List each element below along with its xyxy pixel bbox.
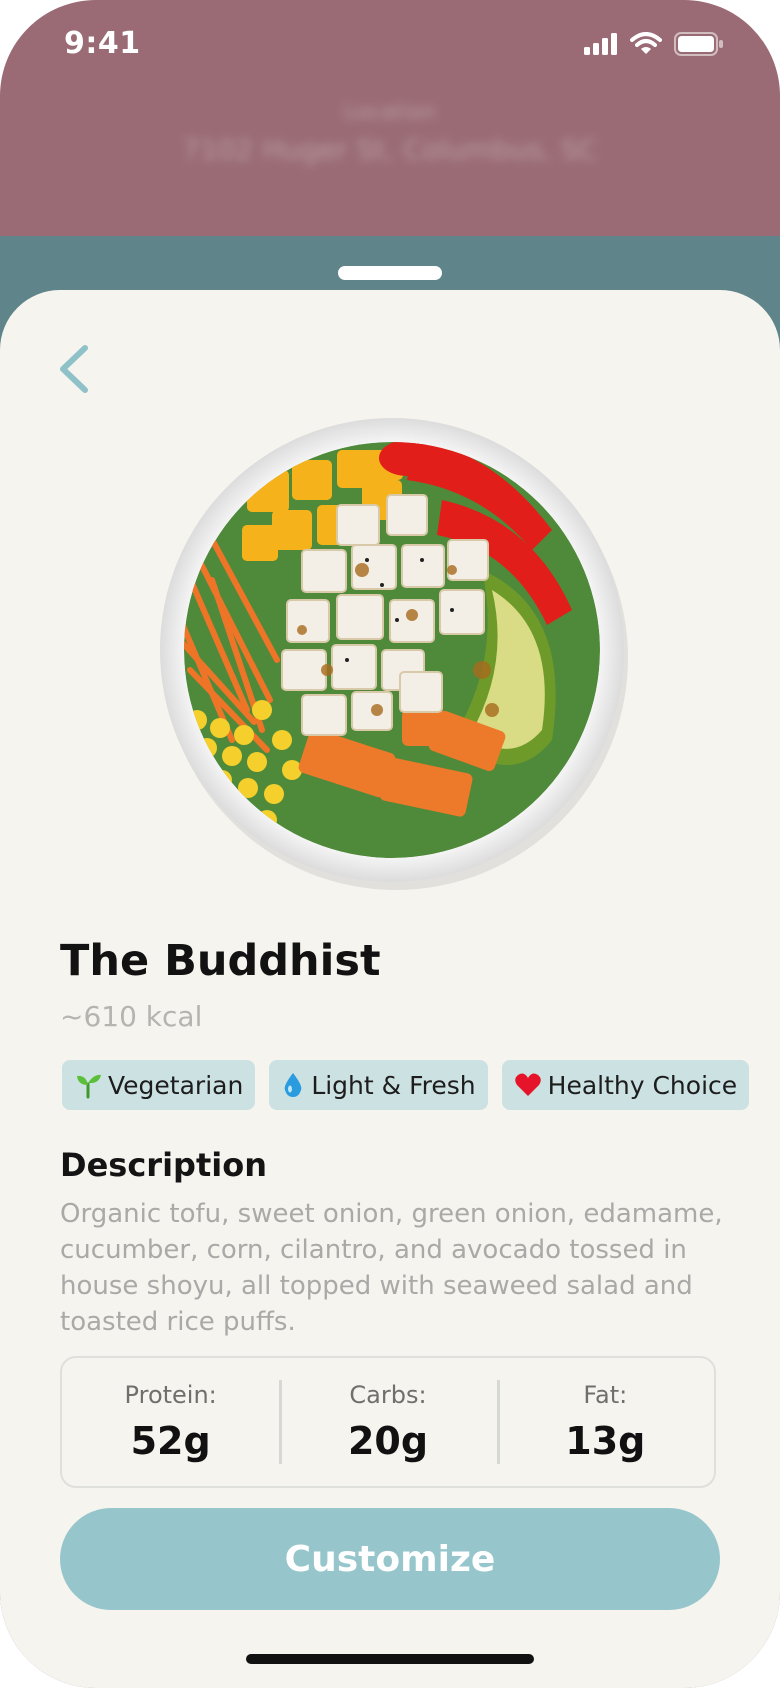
sheet-drag-handle[interactable] — [338, 266, 442, 280]
macro-fat: Fat: 13g — [496, 1358, 714, 1486]
location-value: 7102 Huger St, Columbus, SC — [182, 133, 598, 166]
back-button[interactable] — [52, 342, 96, 396]
background-location-selector: Location 7102 Huger St, Columbus, SC — [0, 100, 780, 166]
description-heading: Description — [60, 1146, 267, 1184]
description-text: Organic tofu, sweet onion, green onion, … — [60, 1199, 723, 1337]
macro-label: Fat: — [583, 1381, 628, 1409]
status-icons — [584, 32, 724, 56]
macros-panel: Protein: 52g Carbs: 20g Fat: 13g — [60, 1356, 716, 1488]
seedling-icon — [77, 1074, 101, 1099]
cellular-signal-icon — [584, 33, 617, 55]
status-time: 9:41 — [64, 26, 141, 61]
dish-image — [160, 418, 628, 890]
macro-value: 20g — [347, 1419, 429, 1463]
customize-button[interactable]: Customize — [60, 1508, 720, 1610]
tag-label: Healthy Choice — [547, 1070, 738, 1100]
macro-protein: Protein: 52g — [62, 1358, 279, 1486]
dish-title: The Buddhist — [60, 936, 381, 986]
dish-tags: Vegetarian Light & Fresh Healthy Choice — [62, 1060, 750, 1110]
tag-light-fresh: Light & Fresh — [269, 1060, 488, 1110]
droplet-icon — [284, 1073, 302, 1097]
status-bar: 9:41 — [0, 0, 780, 96]
macro-value: 52g — [130, 1419, 211, 1463]
macro-carbs: Carbs: 20g — [279, 1358, 496, 1486]
phone-screen: 9:41 Location 7102 Huger St, Columbus, S… — [0, 0, 780, 1688]
home-indicator[interactable] — [246, 1654, 534, 1664]
location-label: Location — [343, 100, 437, 125]
macro-label: Carbs: — [349, 1381, 427, 1409]
tag-vegetarian: Vegetarian — [62, 1060, 256, 1110]
wifi-icon — [630, 32, 662, 54]
macro-value: 13g — [565, 1419, 646, 1463]
tag-healthy-choice: Healthy Choice — [501, 1060, 750, 1110]
dish-calories: ~610 kcal — [60, 1000, 203, 1033]
heart-icon — [514, 1073, 541, 1096]
tag-label: Light & Fresh — [311, 1070, 476, 1100]
macro-label: Protein: — [124, 1381, 217, 1409]
tag-label: Vegetarian — [108, 1070, 244, 1100]
chevron-left-icon — [60, 345, 88, 393]
battery-icon — [674, 32, 723, 56]
